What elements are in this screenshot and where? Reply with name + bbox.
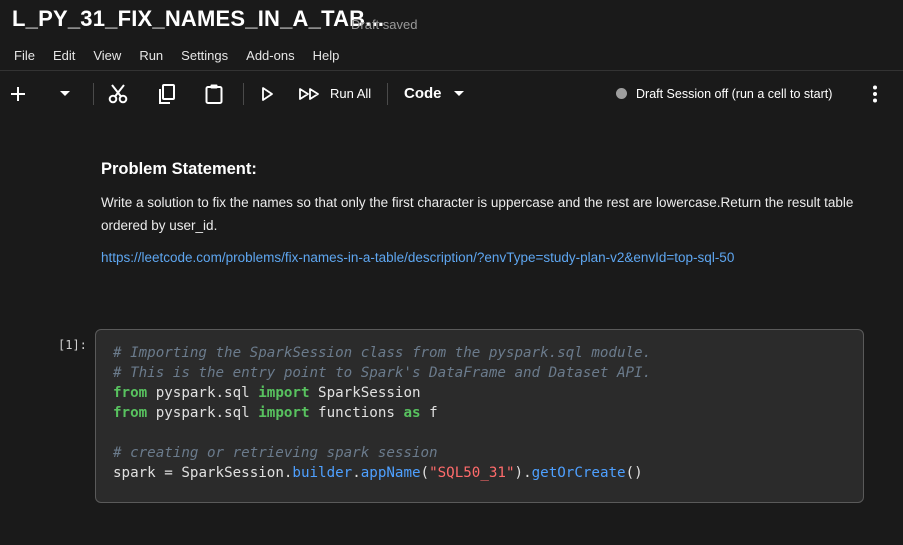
add-cell-dropdown-button[interactable] bbox=[52, 71, 78, 116]
toolbar-separator bbox=[93, 83, 94, 105]
plus-icon bbox=[11, 86, 25, 101]
code-keyword: import bbox=[258, 405, 310, 421]
code-cell[interactable]: # Importing the SparkSession class from … bbox=[95, 329, 864, 503]
code-identifier: spark bbox=[113, 465, 156, 481]
code-string: "SQL50_31" bbox=[429, 465, 515, 481]
code-keyword: import bbox=[258, 385, 310, 401]
code-identifier: SparkSession bbox=[181, 465, 284, 481]
play-icon bbox=[262, 86, 273, 101]
code-punctuation: ) bbox=[514, 465, 524, 481]
toolbar: Run All Code Draft Session off (run a ce… bbox=[0, 71, 903, 116]
toolbar-separator bbox=[387, 83, 388, 105]
code-keyword: from bbox=[113, 385, 148, 401]
paste-cell-button[interactable] bbox=[200, 71, 228, 116]
code-keyword: as bbox=[403, 405, 421, 421]
draft-status: Draft saved bbox=[351, 17, 418, 32]
run-all-label: Run All bbox=[330, 86, 372, 101]
session-status-text: Draft Session off (run a cell to start) bbox=[636, 86, 833, 101]
markdown-cell[interactable]: Problem Statement: Write a solution to f… bbox=[101, 160, 861, 265]
toolbar-separator bbox=[243, 83, 244, 105]
menu-view[interactable]: View bbox=[93, 48, 121, 63]
run-all-button[interactable]: Run All bbox=[298, 71, 380, 116]
scissors-icon bbox=[108, 83, 128, 103]
cell-type-select[interactable]: Code bbox=[404, 71, 470, 116]
notebook-title[interactable]: L_PY_31_FIX_NAMES_IN_A_TAB... bbox=[12, 6, 384, 32]
menu-bar: File Edit View Run Settings Add-ons Help bbox=[0, 40, 903, 70]
run-cell-button[interactable] bbox=[254, 71, 280, 116]
copy-icon bbox=[159, 83, 175, 104]
fast-forward-icon bbox=[299, 87, 319, 100]
code-identifier: SparkSession bbox=[318, 385, 421, 401]
caret-down-icon bbox=[453, 90, 464, 96]
cell-type-label: Code bbox=[404, 85, 442, 102]
menu-help[interactable]: Help bbox=[313, 48, 340, 63]
code-punctuation: . bbox=[523, 465, 532, 481]
caret-down-icon bbox=[60, 90, 70, 96]
code-attribute: builder bbox=[292, 465, 353, 481]
code-module: pyspark.sql bbox=[155, 405, 250, 421]
code-editor[interactable]: # Importing the SparkSession class from … bbox=[113, 343, 651, 483]
add-cell-button[interactable] bbox=[4, 71, 32, 116]
clipboard-icon bbox=[205, 84, 223, 104]
execution-count: [1]: bbox=[58, 338, 87, 352]
code-punctuation: () bbox=[625, 465, 643, 481]
problem-description: Write a solution to fix the names so tha… bbox=[101, 195, 854, 233]
more-options-button[interactable] bbox=[864, 71, 886, 116]
more-vertical-icon bbox=[873, 85, 877, 102]
code-module: pyspark.sql bbox=[155, 385, 250, 401]
session-status[interactable]: Draft Session off (run a cell to start) bbox=[616, 71, 832, 116]
code-comment: # creating or retrieving spark session bbox=[113, 445, 438, 461]
cut-cell-button[interactable] bbox=[104, 71, 132, 116]
problem-heading: Problem Statement: bbox=[101, 160, 257, 178]
menu-add-ons[interactable]: Add-ons bbox=[246, 48, 294, 63]
menu-edit[interactable]: Edit bbox=[53, 48, 75, 63]
code-comment: # Importing the SparkSession class from … bbox=[113, 345, 652, 361]
code-punctuation: ( bbox=[420, 465, 430, 481]
code-keyword: from bbox=[113, 405, 148, 421]
menu-file[interactable]: File bbox=[14, 48, 35, 63]
problem-link[interactable]: https://leetcode.com/problems/fix-names-… bbox=[101, 250, 861, 265]
code-attribute: appName bbox=[360, 465, 421, 481]
code-comment: # This is the entry point to Spark's Dat… bbox=[113, 365, 652, 381]
code-operator: = bbox=[164, 465, 173, 481]
menu-run[interactable]: Run bbox=[139, 48, 163, 63]
code-attribute: getOrCreate bbox=[531, 465, 626, 481]
menu-settings[interactable]: Settings bbox=[181, 48, 228, 63]
code-punctuation: . bbox=[352, 465, 361, 481]
title-bar: L_PY_31_FIX_NAMES_IN_A_TAB... Draft save… bbox=[0, 0, 903, 40]
code-identifier: f bbox=[429, 405, 438, 421]
copy-cell-button[interactable] bbox=[152, 71, 180, 116]
session-status-dot-icon bbox=[616, 88, 627, 99]
code-identifier: functions bbox=[318, 405, 395, 421]
